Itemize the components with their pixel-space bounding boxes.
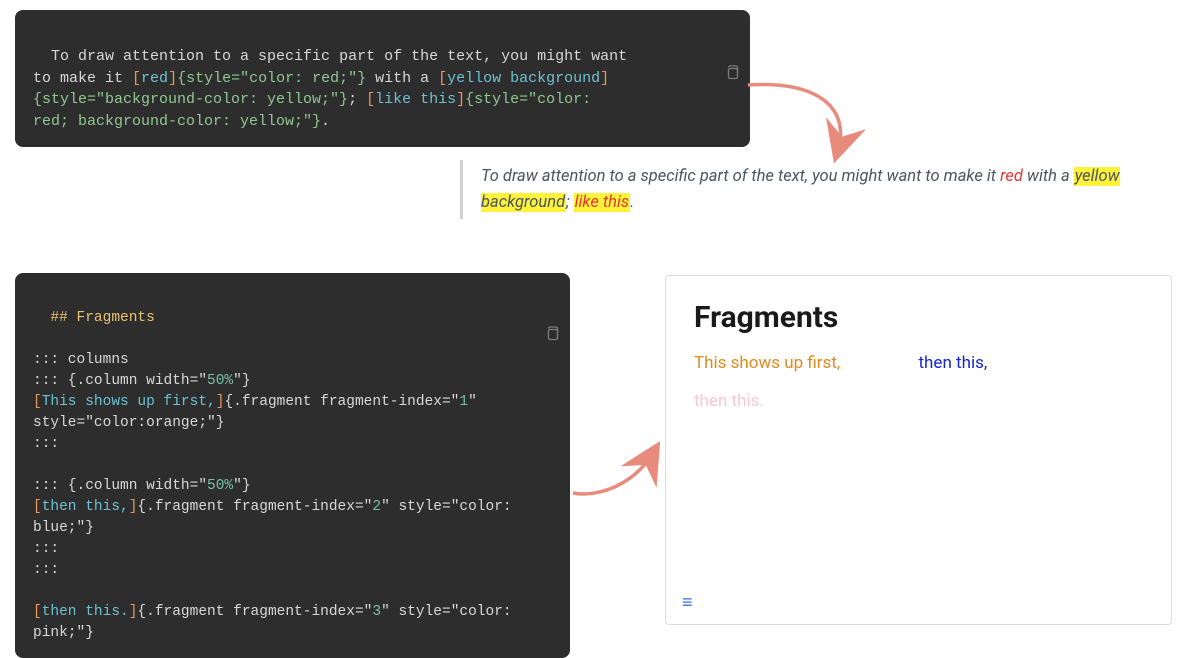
slide-preview-panel: Fragments This shows up first, then this…: [665, 275, 1172, 625]
fragment-3: then this.: [694, 391, 1143, 411]
heading-marker: ## Fragments: [50, 310, 154, 326]
fragment-2: then this,: [919, 353, 1144, 373]
red-on-yellow: like this: [574, 193, 630, 212]
red-text: red: [1000, 167, 1023, 186]
arrow-icon: [740, 70, 920, 170]
fragment-1: This shows up first,: [694, 353, 919, 373]
rendered-output-quote: To draw attention to a specific part of …: [460, 160, 1180, 219]
copy-icon[interactable]: [724, 20, 740, 36]
arrow-icon: [565, 438, 665, 508]
slide-columns: This shows up first, then this,: [694, 353, 1143, 373]
hamburger-icon[interactable]: ≡: [682, 594, 693, 612]
copy-icon[interactable]: [544, 283, 560, 299]
slide-title: Fragments: [694, 300, 1143, 335]
code-text: To draw attention to a specific part of …: [51, 48, 636, 65]
code-block-fragments: ## Fragments ::: columns ::: {.column wi…: [15, 273, 570, 658]
code-block-styled-text: To draw attention to a specific part of …: [15, 10, 750, 147]
